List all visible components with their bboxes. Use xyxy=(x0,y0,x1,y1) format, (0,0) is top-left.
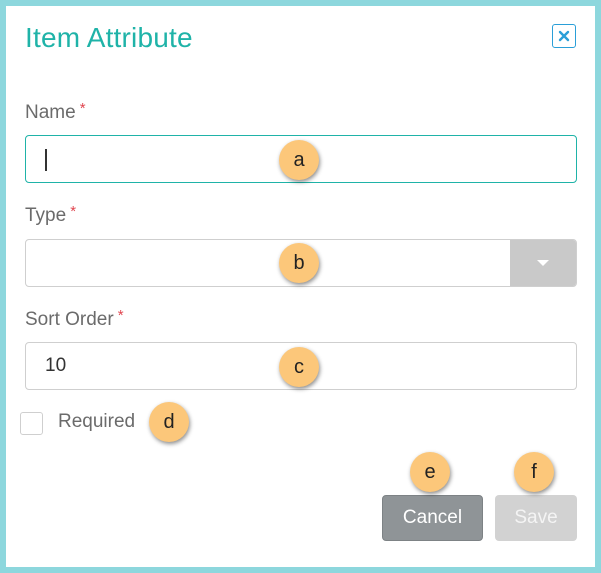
sort-order-required-mark: * xyxy=(117,307,124,324)
dialog-title: Item Attribute xyxy=(25,22,193,53)
callout-marker-d: d xyxy=(149,402,189,442)
sort-order-input-value: 10 xyxy=(45,355,67,376)
callout-marker-b: b xyxy=(279,243,319,283)
callout-marker-e: e xyxy=(410,452,450,492)
name-label-text: Name xyxy=(25,102,76,123)
close-icon xyxy=(558,30,570,42)
sort-order-label-text: Sort Order xyxy=(25,309,114,330)
required-checkbox-label[interactable]: Required xyxy=(58,411,135,433)
close-button[interactable] xyxy=(552,24,576,48)
callout-marker-c: c xyxy=(279,347,319,387)
type-dropdown-toggle[interactable] xyxy=(510,240,576,286)
callout-marker-a: a xyxy=(279,140,319,180)
required-checkbox[interactable] xyxy=(20,412,43,435)
text-cursor xyxy=(45,149,47,171)
caret-down-icon xyxy=(537,260,549,266)
type-required-mark: * xyxy=(70,203,77,220)
sort-order-label: Sort Order * xyxy=(25,307,124,331)
item-attribute-dialog: Item Attribute Name * Type * Sort Order * 1… xyxy=(6,6,595,567)
name-required-mark: * xyxy=(79,100,86,117)
callout-marker-f: f xyxy=(514,452,554,492)
save-button[interactable]: Save xyxy=(495,495,577,541)
type-label: Type * xyxy=(25,203,77,227)
name-label: Name * xyxy=(25,100,86,124)
cancel-button[interactable]: Cancel xyxy=(382,495,483,541)
type-label-text: Type xyxy=(25,205,67,226)
